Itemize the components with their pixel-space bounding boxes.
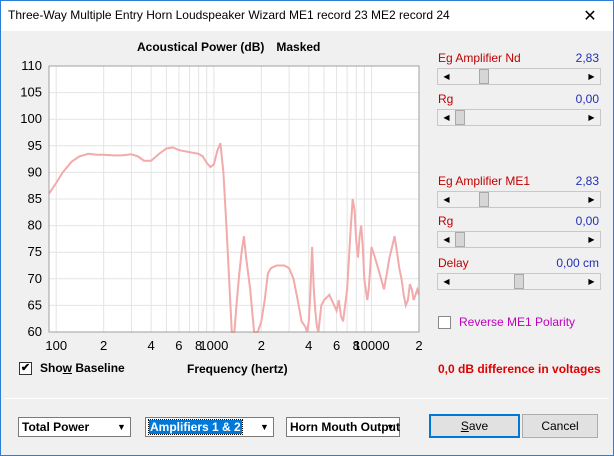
rg2-value: 0,00 [575,214,599,228]
window-title: Three-Way Multiple Entry Horn Loudspeake… [8,8,450,22]
wizard-window: Three-Way Multiple Entry Horn Loudspeake… [0,0,614,456]
chevron-down-icon[interactable]: ▼ [256,418,273,436]
arrow-left-icon[interactable]: ◀ [438,110,455,125]
y-tick-label: 70 [28,271,42,286]
amplifiers-select[interactable]: Amplifiers 1 & 2 ▼ [145,417,274,437]
slider-thumb[interactable] [479,69,489,84]
slider-thumb[interactable] [479,192,489,207]
eg-amp-nd-value: 2,83 [575,51,599,65]
power-type-value: Total Power [22,420,90,434]
y-tick-label: 80 [28,218,42,233]
reverse-check-box[interactable] [438,315,451,329]
arrow-right-icon[interactable]: ▶ [583,110,600,125]
x-tick-label: 1000 [199,338,228,353]
y-tick-label: 85 [28,191,42,206]
output-select[interactable]: Horn Mouth Output ▼ [286,417,400,437]
arrow-right-icon[interactable]: ▶ [583,232,600,247]
y-tick-label: 65 [28,297,42,312]
arrow-left-icon[interactable]: ◀ [438,274,455,289]
close-icon: ✕ [583,8,597,25]
slider-thumb[interactable] [514,274,524,289]
eg-amp-me1-label: Eg Amplifier ME1 [438,174,531,188]
rg2-label: Rg [438,214,454,228]
y-tick-label: 95 [28,138,42,153]
show-baseline-checkbox[interactable]: ✔ Show Baseline [19,361,125,375]
cancel-button[interactable]: Cancel [522,414,598,438]
check-icon: ✔ [20,361,31,374]
close-button[interactable]: ✕ [567,1,613,31]
cancel-button-label: Cancel [541,419,579,433]
y-tick-label: 105 [20,85,42,100]
power-chart: 6065707580859095100105110100 2 4 6 81000 2 4 6 8… [20,58,422,353]
arrow-right-icon[interactable]: ▶ [583,192,600,207]
rg1-slider[interactable]: ◀ ▶ [437,109,601,126]
rg2-slider[interactable]: ◀ ▶ [437,231,601,248]
y-tick-label: 100 [20,111,42,126]
x-tick-label: 4 [148,338,155,353]
arrow-left-icon[interactable]: ◀ [438,69,455,84]
y-tick-label: 75 [28,244,42,259]
x-tick-label: 6 [333,338,340,353]
eg-amp-me1-slider[interactable]: ◀ ▶ [437,191,601,208]
x-tick-label: 4 [305,338,312,353]
x-tick-label: 100 [45,338,67,353]
reverse-polarity-label: Reverse ME1 Polarity [459,315,576,329]
chart-title-suffix: Masked [276,40,321,54]
delay-label: Delay [438,256,469,270]
arrow-left-icon[interactable]: ◀ [438,232,455,247]
difference-label: 0,0 dB difference in voltages [438,362,601,376]
arrow-right-icon[interactable]: ▶ [583,69,600,84]
delay-slider[interactable]: ◀ ▶ [437,273,601,290]
y-tick-label: 90 [28,164,42,179]
x-axis-label: Frequency (hertz) [187,362,288,376]
slider-thumb[interactable] [455,110,465,125]
delay-value: 0,00 cm [556,256,599,270]
x-tick-label: 2 [415,338,422,353]
amplifiers-value: Amplifiers 1 & 2 [148,419,243,435]
eg-amp-nd-label: Eg Amplifier Nd [438,51,521,65]
save-button[interactable]: Save [429,414,520,438]
rg1-label: Rg [438,92,454,106]
x-tick-label: 2 [100,338,107,353]
eg-amp-me1-value: 2,83 [575,174,599,188]
show-baseline-label: Show Baseline [40,361,125,375]
y-tick-label: 60 [28,324,42,339]
chevron-down-icon[interactable]: ▼ [382,418,399,436]
slider-thumb[interactable] [455,232,465,247]
eg-amp-nd-slider[interactable]: ◀ ▶ [437,68,601,85]
title-bar: Three-Way Multiple Entry Horn Loudspeake… [1,1,613,31]
chart-title: Acoustical Power (dB) Masked [137,40,320,54]
separator [5,398,609,399]
baseline-check-box[interactable]: ✔ [19,361,32,375]
x-tick-label: 10000 [353,338,389,353]
chevron-down-icon[interactable]: ▼ [113,418,130,436]
y-tick-label: 110 [21,58,42,73]
arrow-right-icon[interactable]: ▶ [583,274,600,289]
x-tick-label: 6 [175,338,182,353]
x-tick-label: 2 [258,338,265,353]
rg1-value: 0,00 [575,92,599,106]
arrow-left-icon[interactable]: ◀ [438,192,455,207]
reverse-polarity-checkbox[interactable]: Reverse ME1 Polarity [438,315,575,329]
chart-title-text: Acoustical Power (dB) [137,40,265,54]
power-type-select[interactable]: Total Power ▼ [18,417,131,437]
save-button-label: Save [460,419,489,433]
